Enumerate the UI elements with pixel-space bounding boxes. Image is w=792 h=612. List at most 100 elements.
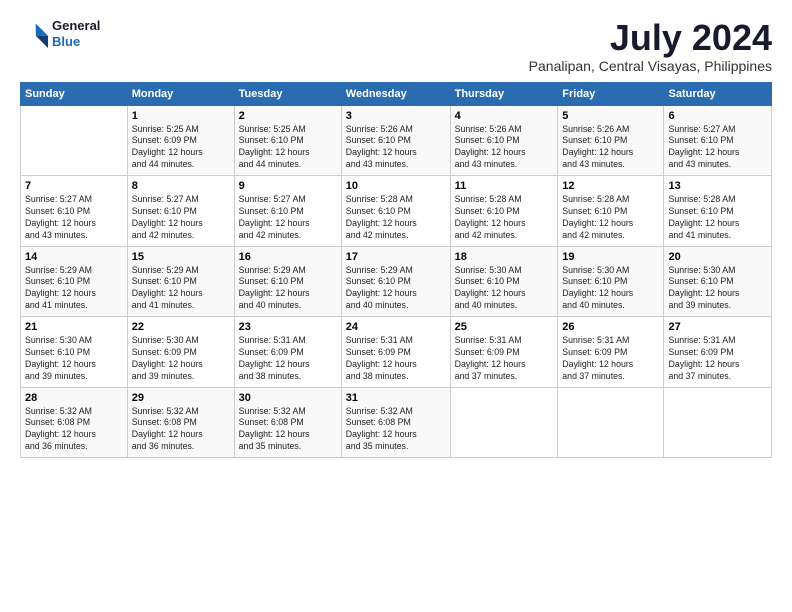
day-info: Sunrise: 5:30 AMSunset: 6:10 PMDaylight:…	[562, 265, 659, 313]
day-number: 4	[455, 110, 554, 122]
logo-text: General Blue	[52, 18, 100, 49]
day-info: Sunrise: 5:31 AMSunset: 6:09 PMDaylight:…	[562, 335, 659, 383]
header-cell-tuesday: Tuesday	[234, 82, 341, 105]
day-cell: 28Sunrise: 5:32 AMSunset: 6:08 PMDayligh…	[21, 387, 128, 458]
week-row-2: 7Sunrise: 5:27 AMSunset: 6:10 PMDaylight…	[21, 176, 772, 247]
day-info: Sunrise: 5:26 AMSunset: 6:10 PMDaylight:…	[455, 124, 554, 172]
day-number: 1	[132, 110, 230, 122]
day-info: Sunrise: 5:28 AMSunset: 6:10 PMDaylight:…	[562, 194, 659, 242]
day-cell: 24 Sunrise: 5:31 AMSunset: 6:09 PMDayligh…	[341, 317, 450, 388]
day-number: 10	[346, 180, 446, 192]
day-info: Sunrise: 5:25 AMSunset: 6:10 PMDaylight:…	[239, 124, 337, 172]
day-info: Sunrise: 5:29 AMSunset: 6:10 PMDaylight:…	[239, 265, 337, 313]
day-cell: 12 Sunrise: 5:28 AMSunset: 6:10 PMDayligh…	[558, 176, 664, 247]
day-number: 2	[239, 110, 337, 122]
day-cell: 26 Sunrise: 5:31 AMSunset: 6:09 PMDayligh…	[558, 317, 664, 388]
week-row-4: 21 Sunrise: 5:30 AMSunset: 6:10 PMDayligh…	[21, 317, 772, 388]
day-info: Sunrise: 5:27 AMSunset: 6:10 PMDaylight:…	[239, 194, 337, 242]
logo-line1: General	[52, 18, 100, 34]
day-number: 30	[239, 392, 337, 404]
day-number: 18	[455, 251, 554, 263]
day-number: 25	[455, 321, 554, 333]
day-cell: 27 Sunrise: 5:31 AMSunset: 6:09 PMDayligh…	[664, 317, 772, 388]
day-info: Sunrise: 5:30 AMSunset: 6:10 PMDaylight:…	[25, 335, 123, 383]
calendar-table: SundayMondayTuesdayWednesdayThursdayFrid…	[20, 82, 772, 459]
day-cell: 23 Sunrise: 5:31 AMSunset: 6:09 PMDayligh…	[234, 317, 341, 388]
day-number: 26	[562, 321, 659, 333]
day-cell: 16 Sunrise: 5:29 AMSunset: 6:10 PMDayligh…	[234, 246, 341, 317]
day-cell: 7Sunrise: 5:27 AMSunset: 6:10 PMDaylight…	[21, 176, 128, 247]
week-row-3: 14 Sunrise: 5:29 AMSunset: 6:10 PMDayligh…	[21, 246, 772, 317]
day-info: Sunrise: 5:27 AMSunset: 6:10 PMDaylight:…	[25, 194, 123, 242]
header-cell-wednesday: Wednesday	[341, 82, 450, 105]
day-cell: 1 Sunrise: 5:25 AMSunset: 6:09 PMDaylight…	[127, 105, 234, 176]
day-cell: 20 Sunrise: 5:30 AMSunset: 6:10 PMDayligh…	[664, 246, 772, 317]
day-cell: 30 Sunrise: 5:32 AMSunset: 6:08 PMDayligh…	[234, 387, 341, 458]
day-cell: 2 Sunrise: 5:25 AMSunset: 6:10 PMDaylight…	[234, 105, 341, 176]
day-number: 8	[132, 180, 230, 192]
day-cell: 31Sunrise: 5:32 AMSunset: 6:08 PMDayligh…	[341, 387, 450, 458]
subtitle: Panalipan, Central Visayas, Philippines	[529, 58, 772, 74]
day-cell: 18Sunrise: 5:30 AMSunset: 6:10 PMDayligh…	[450, 246, 558, 317]
day-cell: 3 Sunrise: 5:26 AMSunset: 6:10 PMDaylight…	[341, 105, 450, 176]
day-number: 9	[239, 180, 337, 192]
day-cell	[664, 387, 772, 458]
main-title: July 2024	[529, 18, 772, 58]
day-info: Sunrise: 5:28 AMSunset: 6:10 PMDaylight:…	[455, 194, 554, 242]
header-cell-friday: Friday	[558, 82, 664, 105]
week-row-5: 28Sunrise: 5:32 AMSunset: 6:08 PMDayligh…	[21, 387, 772, 458]
day-cell: 6 Sunrise: 5:27 AMSunset: 6:10 PMDaylight…	[664, 105, 772, 176]
day-info: Sunrise: 5:31 AMSunset: 6:09 PMDaylight:…	[346, 335, 446, 383]
day-cell: 10 Sunrise: 5:28 AMSunset: 6:10 PMDayligh…	[341, 176, 450, 247]
day-number: 17	[346, 251, 446, 263]
day-number: 19	[562, 251, 659, 263]
day-number: 16	[239, 251, 337, 263]
day-info: Sunrise: 5:26 AMSunset: 6:10 PMDaylight:…	[562, 124, 659, 172]
day-number: 6	[668, 110, 767, 122]
day-info: Sunrise: 5:28 AMSunset: 6:10 PMDaylight:…	[346, 194, 446, 242]
header-cell-sunday: Sunday	[21, 82, 128, 105]
day-cell: 21 Sunrise: 5:30 AMSunset: 6:10 PMDayligh…	[21, 317, 128, 388]
day-number: 27	[668, 321, 767, 333]
day-info: Sunrise: 5:31 AMSunset: 6:09 PMDaylight:…	[668, 335, 767, 383]
header-cell-thursday: Thursday	[450, 82, 558, 105]
logo-icon	[20, 20, 48, 48]
day-cell: 14 Sunrise: 5:29 AMSunset: 6:10 PMDayligh…	[21, 246, 128, 317]
day-info: Sunrise: 5:28 AMSunset: 6:10 PMDaylight:…	[668, 194, 767, 242]
day-info: Sunrise: 5:31 AMSunset: 6:09 PMDaylight:…	[239, 335, 337, 383]
day-number: 20	[668, 251, 767, 263]
day-cell	[558, 387, 664, 458]
day-number: 21	[25, 321, 123, 333]
day-number: 24	[346, 321, 446, 333]
header-cell-monday: Monday	[127, 82, 234, 105]
day-cell: 13 Sunrise: 5:28 AMSunset: 6:10 PMDayligh…	[664, 176, 772, 247]
day-info: Sunrise: 5:27 AMSunset: 6:10 PMDaylight:…	[668, 124, 767, 172]
day-info: Sunrise: 5:29 AMSunset: 6:10 PMDaylight:…	[25, 265, 123, 313]
day-info: Sunrise: 5:30 AMSunset: 6:09 PMDaylight:…	[132, 335, 230, 383]
day-info: Sunrise: 5:30 AMSunset: 6:10 PMDaylight:…	[668, 265, 767, 313]
day-cell: 15Sunrise: 5:29 AMSunset: 6:10 PMDayligh…	[127, 246, 234, 317]
logo: General Blue	[20, 18, 100, 49]
day-cell: 8Sunrise: 5:27 AMSunset: 6:10 PMDaylight…	[127, 176, 234, 247]
day-info: Sunrise: 5:25 AMSunset: 6:09 PMDaylight:…	[132, 124, 230, 172]
day-cell: 9 Sunrise: 5:27 AMSunset: 6:10 PMDaylight…	[234, 176, 341, 247]
day-info: Sunrise: 5:29 AMSunset: 6:10 PMDaylight:…	[346, 265, 446, 313]
day-info: Sunrise: 5:32 AMSunset: 6:08 PMDaylight:…	[25, 406, 123, 454]
day-number: 12	[562, 180, 659, 192]
day-number: 23	[239, 321, 337, 333]
page: General Blue July 2024 Panalipan, Centra…	[0, 0, 792, 612]
day-info: Sunrise: 5:26 AMSunset: 6:10 PMDaylight:…	[346, 124, 446, 172]
day-number: 3	[346, 110, 446, 122]
day-cell: 11 Sunrise: 5:28 AMSunset: 6:10 PMDayligh…	[450, 176, 558, 247]
day-number: 5	[562, 110, 659, 122]
day-number: 14	[25, 251, 123, 263]
day-info: Sunrise: 5:32 AMSunset: 6:08 PMDaylight:…	[132, 406, 230, 454]
day-cell: 25Sunrise: 5:31 AMSunset: 6:09 PMDayligh…	[450, 317, 558, 388]
title-block: July 2024 Panalipan, Central Visayas, Ph…	[529, 18, 772, 74]
day-cell: 17 Sunrise: 5:29 AMSunset: 6:10 PMDayligh…	[341, 246, 450, 317]
header-row: SundayMondayTuesdayWednesdayThursdayFrid…	[21, 82, 772, 105]
day-number: 11	[455, 180, 554, 192]
day-number: 13	[668, 180, 767, 192]
day-info: Sunrise: 5:32 AMSunset: 6:08 PMDaylight:…	[239, 406, 337, 454]
day-cell: 4 Sunrise: 5:26 AMSunset: 6:10 PMDaylight…	[450, 105, 558, 176]
